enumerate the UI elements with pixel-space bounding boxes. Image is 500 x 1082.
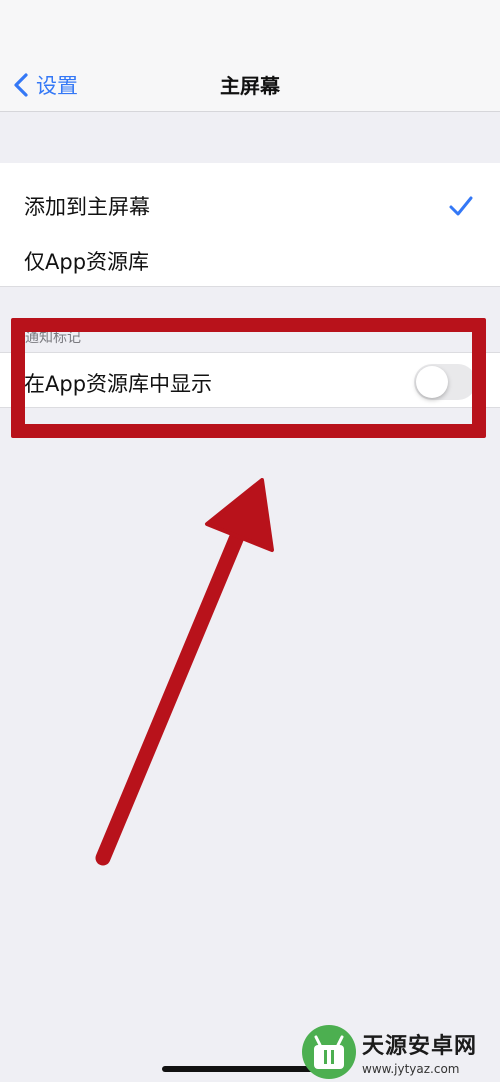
watermark-text: 天源安卓网 www.jytyaz.com [362,1028,477,1076]
checkmark-icon [449,196,473,216]
page-title: 主屏幕 [220,74,280,98]
settings-page: 设置 主屏幕 添加到主屏幕 仅App资源库 通知标记 在App资源库中显示 天源… [0,0,500,1082]
watermark-url: www.jytyaz.com [362,1062,460,1076]
watermark: 天源安卓网 www.jytyaz.com [300,1022,500,1082]
option-app-library-only[interactable]: 仅App资源库 [0,233,500,289]
watermark-title: 天源安卓网 [362,1034,478,1059]
option-label: 仅App资源库 [24,250,150,274]
highlight-box [11,318,486,438]
option-label: 添加到主屏幕 [24,195,150,219]
option-add-to-home-screen[interactable]: 添加到主屏幕 [0,178,500,234]
navigation-bar: 设置 主屏幕 [0,0,500,112]
watermark-logo-icon [302,1025,356,1079]
